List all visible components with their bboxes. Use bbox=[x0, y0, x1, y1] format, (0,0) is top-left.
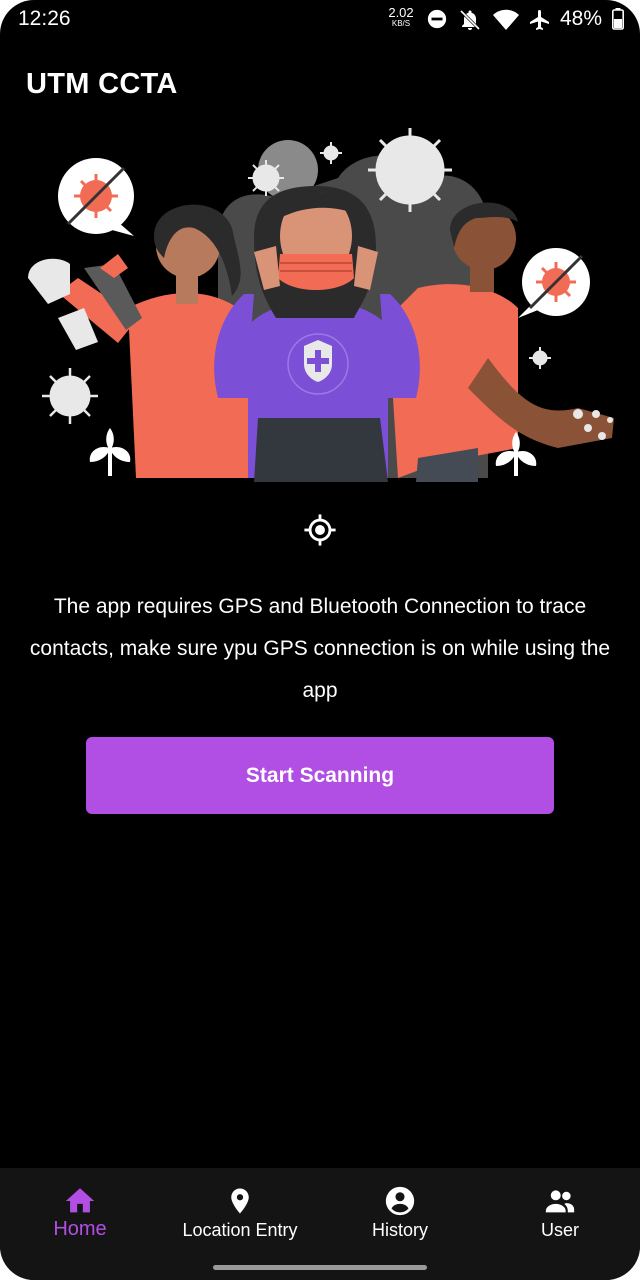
nav-label-history: History bbox=[371, 1220, 428, 1240]
app-title: UTM CCTA bbox=[26, 68, 178, 100]
nav-item-user[interactable]: User bbox=[480, 1168, 640, 1258]
network-speed-value: 2.02 bbox=[388, 5, 414, 20]
gesture-home-indicator[interactable] bbox=[213, 1265, 427, 1270]
nav-item-location-entry[interactable]: Location Entry bbox=[160, 1168, 320, 1258]
account-circle-icon bbox=[385, 1186, 415, 1216]
home-icon bbox=[65, 1188, 95, 1213]
gps-fixed-icon bbox=[304, 514, 336, 546]
nav-label-location-entry: Location Entry bbox=[182, 1220, 298, 1240]
status-time: 12:26 bbox=[18, 7, 71, 30]
status-bar: 12:26 2.02 KB/S 48% bbox=[0, 0, 640, 40]
network-speed-unit: KB/S bbox=[391, 19, 411, 28]
nav-label-user: User bbox=[540, 1220, 579, 1240]
wifi-icon bbox=[493, 9, 519, 30]
battery-icon bbox=[612, 8, 624, 30]
start-scanning-button[interactable]: Start Scanning bbox=[86, 737, 554, 814]
group-icon bbox=[545, 1190, 575, 1213]
airplane-icon bbox=[530, 10, 549, 30]
location-pin-icon bbox=[231, 1188, 249, 1214]
people-wearing-masks-illustration bbox=[28, 128, 614, 482]
battery-percent: 48% bbox=[560, 7, 603, 30]
do-not-disturb-icon bbox=[427, 9, 447, 29]
nav-label-home: Home bbox=[53, 1218, 107, 1240]
nav-item-home[interactable]: Home bbox=[0, 1168, 160, 1258]
bottom-navigation: Home Location Entry History User bbox=[0, 1168, 640, 1280]
network-speed: 2.02 KB/S bbox=[386, 6, 416, 28]
phone-screen: 12:26 2.02 KB/S 48% UTM CCTA The app req… bbox=[0, 0, 640, 1280]
notifications-off-icon bbox=[459, 9, 481, 31]
nav-item-history[interactable]: History bbox=[320, 1168, 480, 1258]
gps-requirement-text: The app requires GPS and Bluetooth Conne… bbox=[29, 595, 611, 702]
